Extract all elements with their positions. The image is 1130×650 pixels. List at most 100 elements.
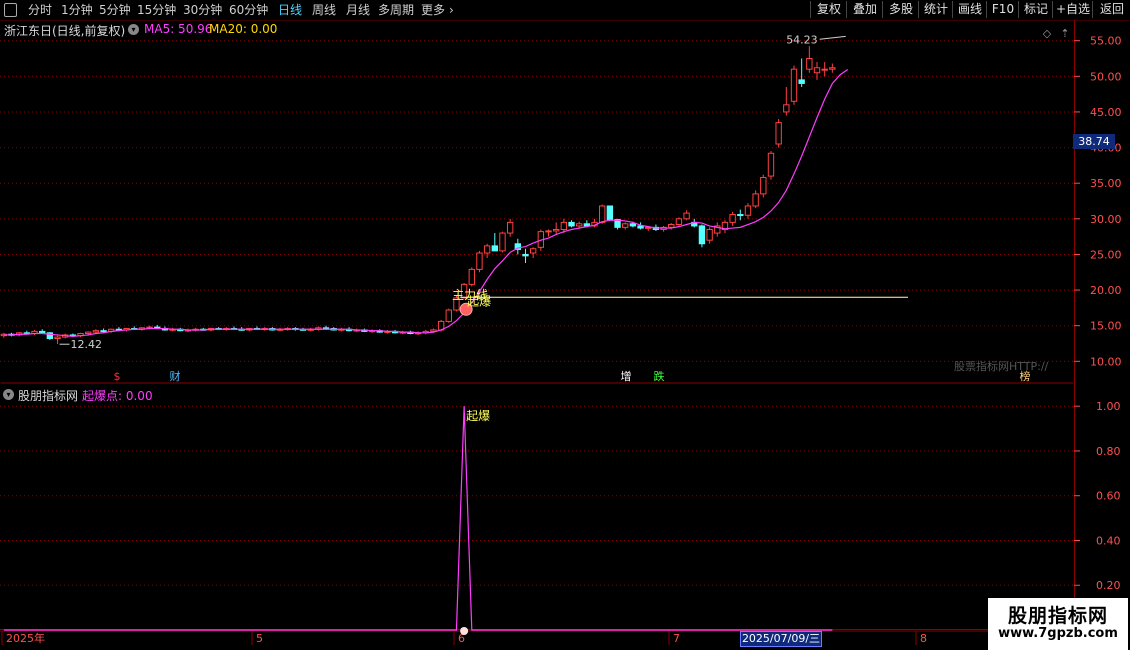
event-marker[interactable]: 跌 xyxy=(654,369,665,383)
candle-body xyxy=(92,330,100,333)
sub-axis-label: 0.40 xyxy=(1096,534,1121,547)
candle-body xyxy=(729,214,736,223)
period-tab-5[interactable]: 60分钟 xyxy=(229,2,268,18)
candle-body xyxy=(683,212,690,220)
candle-body xyxy=(813,67,821,74)
brand-badge: 股朋指标网 www.7gpzb.com xyxy=(988,598,1128,650)
candle-body xyxy=(760,176,767,195)
candle-body xyxy=(85,331,92,335)
period-tab-1[interactable]: 1分钟 xyxy=(61,2,93,18)
menu-icon[interactable] xyxy=(4,3,17,17)
candle-body xyxy=(798,79,805,84)
period-tab-9[interactable]: 多周期 xyxy=(378,2,414,18)
period-tab-2[interactable]: 5分钟 xyxy=(99,2,131,18)
candle-body xyxy=(522,253,529,257)
candle-body xyxy=(39,330,46,334)
period-tab-0[interactable]: 分时 xyxy=(28,2,52,18)
candle-body xyxy=(767,152,775,177)
price-axis-label: 50.00 xyxy=(1090,70,1122,83)
date-axis-label: 5 xyxy=(256,632,263,645)
toolbar-button-8[interactable]: 返回 xyxy=(1092,1,1130,18)
period-tab-8[interactable]: 月线 xyxy=(346,2,370,18)
toolbar-button-2[interactable]: 多股 xyxy=(882,1,919,18)
more-arrow-icon[interactable]: › xyxy=(449,2,454,18)
toolbar-button-7[interactable]: +自选 xyxy=(1052,1,1093,18)
watermark: 股票指标网HTTP:// xyxy=(954,360,1049,373)
period-tab-3[interactable]: 15分钟 xyxy=(137,2,176,18)
toolbar-button-1[interactable]: 叠加 xyxy=(846,1,883,18)
candle-body xyxy=(752,193,759,207)
sub-axis-label: 0.80 xyxy=(1096,445,1121,458)
high-arrow xyxy=(819,35,846,40)
candle-body xyxy=(445,309,452,322)
event-marker[interactable]: $ xyxy=(114,370,121,383)
price-axis-label: 25.00 xyxy=(1090,248,1122,261)
candle-body xyxy=(529,248,537,254)
sub-peak-label: 起爆 xyxy=(466,409,490,423)
candle-body xyxy=(637,225,644,229)
sub-axis-label: 0.20 xyxy=(1096,579,1121,592)
price-axis-label: 15.00 xyxy=(1090,320,1122,333)
cursor-price-tag: 38.74 xyxy=(1073,134,1115,149)
date-axis-label: 2025年 xyxy=(6,631,45,645)
candle-body xyxy=(829,67,836,70)
candle-body xyxy=(783,104,790,113)
candle-body xyxy=(552,229,560,232)
candle-body xyxy=(737,214,744,217)
candle-body xyxy=(668,224,675,228)
period-tab-4[interactable]: 30分钟 xyxy=(183,2,222,18)
subchart-title: 股朋指标网 xyxy=(18,389,79,403)
subchart-collapse-icon[interactable]: ▾ xyxy=(3,389,14,400)
breakout-indicator-line xyxy=(3,406,833,631)
candle-body xyxy=(100,330,107,333)
candle-body xyxy=(775,122,782,145)
candle-body xyxy=(790,68,798,102)
candle-body xyxy=(706,229,713,241)
price-axis-label: 30.00 xyxy=(1090,213,1122,226)
candle-body xyxy=(568,221,575,227)
date-axis-label: 8 xyxy=(920,632,927,645)
candle-body xyxy=(629,223,637,227)
candle-body xyxy=(545,230,552,233)
candle-body xyxy=(560,221,568,230)
candle-body xyxy=(821,68,828,71)
period-tab-10[interactable]: 更多 xyxy=(421,2,445,18)
candle-body xyxy=(54,336,61,340)
price-axis-label: 35.00 xyxy=(1090,177,1122,190)
high-price-label: 54.23 xyxy=(786,34,818,47)
price-axis-label: 45.00 xyxy=(1090,106,1122,119)
toolbar-button-6[interactable]: 标记 xyxy=(1018,1,1053,18)
cursor-date-tag: 2025/07/09/三 xyxy=(740,631,822,647)
candle-body xyxy=(576,223,583,227)
event-marker[interactable]: 增 xyxy=(621,369,632,383)
candle-body xyxy=(468,268,475,285)
zoom-icon: ⇡ xyxy=(1060,27,1069,40)
candle-body xyxy=(698,225,706,245)
date-axis-label: 7 xyxy=(673,632,680,645)
brand-url: www.7gpzb.com xyxy=(998,626,1118,641)
price-axis-label: 10.00 xyxy=(1090,355,1122,368)
diamond-icon: ◇ xyxy=(1043,27,1052,40)
toolbar-button-0[interactable]: 复权 xyxy=(810,1,847,18)
candle-body xyxy=(806,58,813,70)
low-price-label: 12.42 xyxy=(71,338,103,351)
candle-body xyxy=(491,245,498,252)
period-tab-6[interactable]: 日线 xyxy=(278,2,302,18)
kline-chart[interactable]: 55.0050.0045.0040.0035.0030.0025.0020.00… xyxy=(0,20,1130,650)
price-axis-label: 55.00 xyxy=(1090,35,1122,48)
event-marker[interactable]: 财 xyxy=(170,369,181,383)
price-axis-label: 20.00 xyxy=(1090,284,1122,297)
period-tab-7[interactable]: 周线 xyxy=(312,2,336,18)
subchart-value: 起爆点: 0.00 xyxy=(82,389,153,403)
candle-body xyxy=(606,205,614,221)
panel-divider xyxy=(0,382,1074,384)
sub-signal-dot xyxy=(460,627,469,635)
toolbar-button-3[interactable]: 统计 xyxy=(918,1,953,18)
candle-body xyxy=(506,221,514,234)
period-toolbar: 分时 1分钟 5分钟 15分钟 30分钟 60分钟 日线 周线 月线 多周期 更多 › 复权 叠加 多股统… xyxy=(0,0,1130,21)
toolbar-button-4[interactable]: 画线 xyxy=(952,1,987,18)
sub-axis-label: 1.00 xyxy=(1096,400,1121,413)
candle-body xyxy=(675,218,683,226)
brand-title: 股朋指标网 xyxy=(1007,605,1108,627)
toolbar-button-5[interactable]: F10 xyxy=(986,1,1019,18)
